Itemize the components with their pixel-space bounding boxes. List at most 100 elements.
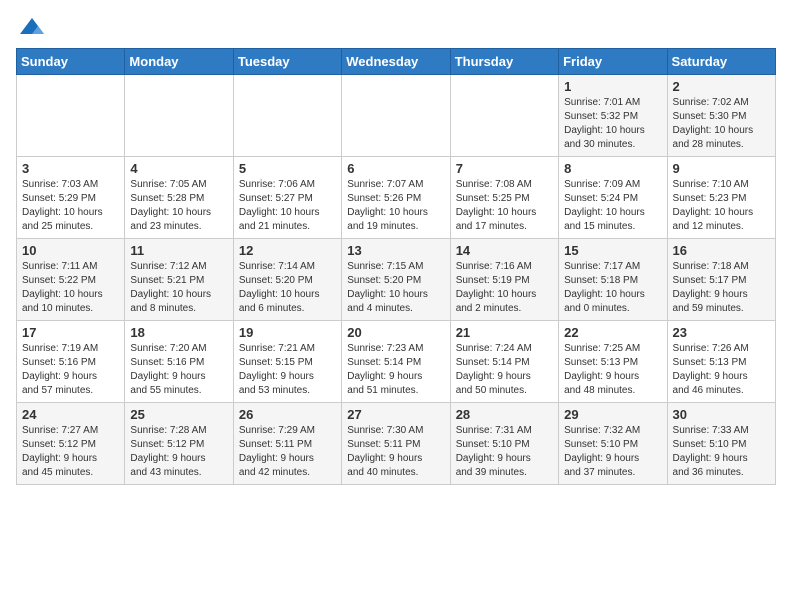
calendar-week-5: 24 Sunrise: 7:27 AM Sunset: 5:12 PM Dayli… bbox=[17, 403, 776, 485]
logo bbox=[16, 16, 48, 38]
weekday-header-sunday: Sunday bbox=[17, 49, 125, 75]
day-number: 17 bbox=[22, 325, 119, 340]
calendar-cell: 7 Sunrise: 7:08 AM Sunset: 5:25 PM Daylig… bbox=[450, 157, 558, 239]
day-info: Sunrise: 7:23 AM Sunset: 5:14 PM Dayligh… bbox=[347, 342, 444, 398]
day-info: Sunrise: 7:02 AM Sunset: 5:30 PM Dayligh… bbox=[673, 96, 770, 152]
calendar-cell: 11Sunrise: 7:12 AM Sunset: 5:21 PM Dayli… bbox=[125, 239, 233, 321]
day-number: 15 bbox=[564, 243, 661, 258]
weekday-header-friday: Friday bbox=[559, 49, 667, 75]
day-info: Sunrise: 7:32 AM Sunset: 5:10 PM Dayligh… bbox=[564, 424, 661, 480]
day-number: 8 bbox=[564, 161, 661, 176]
day-info: Sunrise: 7:25 AM Sunset: 5:13 PM Dayligh… bbox=[564, 342, 661, 398]
day-number: 10 bbox=[22, 243, 119, 258]
day-info: Sunrise: 7:27 AM Sunset: 5:12 PM Dayligh… bbox=[22, 424, 119, 480]
day-number: 13 bbox=[347, 243, 444, 258]
day-number: 14 bbox=[456, 243, 553, 258]
day-number: 27 bbox=[347, 407, 444, 422]
day-number: 11 bbox=[130, 243, 227, 258]
calendar-cell: 30 Sunrise: 7:33 AM Sunset: 5:10 PM Dayli… bbox=[667, 403, 775, 485]
day-info: Sunrise: 7:15 AM Sunset: 5:20 PM Dayligh… bbox=[347, 260, 444, 316]
day-number: 6 bbox=[347, 161, 444, 176]
calendar-week-4: 17 Sunrise: 7:19 AM Sunset: 5:16 PM Dayli… bbox=[17, 321, 776, 403]
day-info: Sunrise: 7:16 AM Sunset: 5:19 PM Dayligh… bbox=[456, 260, 553, 316]
weekday-header-tuesday: Tuesday bbox=[233, 49, 341, 75]
day-info: Sunrise: 7:18 AM Sunset: 5:17 PM Dayligh… bbox=[673, 260, 770, 316]
day-number: 24 bbox=[22, 407, 119, 422]
day-info: Sunrise: 7:09 AM Sunset: 5:24 PM Dayligh… bbox=[564, 178, 661, 234]
day-number: 18 bbox=[130, 325, 227, 340]
calendar-cell: 18 Sunrise: 7:20 AM Sunset: 5:16 PM Dayli… bbox=[125, 321, 233, 403]
day-info: Sunrise: 7:29 AM Sunset: 5:11 PM Dayligh… bbox=[239, 424, 336, 480]
weekday-header-row: SundayMondayTuesdayWednesdayThursdayFrid… bbox=[17, 49, 776, 75]
day-number: 2 bbox=[673, 79, 770, 94]
day-number: 3 bbox=[22, 161, 119, 176]
calendar-cell: 8 Sunrise: 7:09 AM Sunset: 5:24 PM Daylig… bbox=[559, 157, 667, 239]
day-info: Sunrise: 7:05 AM Sunset: 5:28 PM Dayligh… bbox=[130, 178, 227, 234]
calendar-cell: 2 Sunrise: 7:02 AM Sunset: 5:30 PM Daylig… bbox=[667, 75, 775, 157]
calendar-cell: 13 Sunrise: 7:15 AM Sunset: 5:20 PM Dayli… bbox=[342, 239, 450, 321]
calendar-cell: 10 Sunrise: 7:11 AM Sunset: 5:22 PM Dayli… bbox=[17, 239, 125, 321]
day-number: 26 bbox=[239, 407, 336, 422]
weekday-header-saturday: Saturday bbox=[667, 49, 775, 75]
calendar-cell: 25 Sunrise: 7:28 AM Sunset: 5:12 PM Dayli… bbox=[125, 403, 233, 485]
day-number: 1 bbox=[564, 79, 661, 94]
calendar-cell bbox=[450, 75, 558, 157]
calendar-cell: 19 Sunrise: 7:21 AM Sunset: 5:15 PM Dayli… bbox=[233, 321, 341, 403]
day-info: Sunrise: 7:26 AM Sunset: 5:13 PM Dayligh… bbox=[673, 342, 770, 398]
calendar-cell: 26 Sunrise: 7:29 AM Sunset: 5:11 PM Dayli… bbox=[233, 403, 341, 485]
calendar-cell: 29Sunrise: 7:32 AM Sunset: 5:10 PM Dayli… bbox=[559, 403, 667, 485]
calendar-week-3: 10 Sunrise: 7:11 AM Sunset: 5:22 PM Dayli… bbox=[17, 239, 776, 321]
day-info: Sunrise: 7:01 AM Sunset: 5:32 PM Dayligh… bbox=[564, 96, 661, 152]
calendar-cell: 9 Sunrise: 7:10 AM Sunset: 5:23 PM Daylig… bbox=[667, 157, 775, 239]
day-number: 20 bbox=[347, 325, 444, 340]
day-info: Sunrise: 7:11 AM Sunset: 5:22 PM Dayligh… bbox=[22, 260, 119, 316]
day-number: 4 bbox=[130, 161, 227, 176]
day-info: Sunrise: 7:19 AM Sunset: 5:16 PM Dayligh… bbox=[22, 342, 119, 398]
day-number: 21 bbox=[456, 325, 553, 340]
weekday-header-monday: Monday bbox=[125, 49, 233, 75]
calendar-cell: 5 Sunrise: 7:06 AM Sunset: 5:27 PM Daylig… bbox=[233, 157, 341, 239]
calendar-table: SundayMondayTuesdayWednesdayThursdayFrid… bbox=[16, 48, 776, 485]
day-info: Sunrise: 7:06 AM Sunset: 5:27 PM Dayligh… bbox=[239, 178, 336, 234]
day-info: Sunrise: 7:30 AM Sunset: 5:11 PM Dayligh… bbox=[347, 424, 444, 480]
day-number: 16 bbox=[673, 243, 770, 258]
calendar-cell: 27 Sunrise: 7:30 AM Sunset: 5:11 PM Dayli… bbox=[342, 403, 450, 485]
day-info: Sunrise: 7:03 AM Sunset: 5:29 PM Dayligh… bbox=[22, 178, 119, 234]
logo-icon bbox=[18, 16, 46, 38]
day-info: Sunrise: 7:24 AM Sunset: 5:14 PM Dayligh… bbox=[456, 342, 553, 398]
calendar-cell: 28Sunrise: 7:31 AM Sunset: 5:10 PM Dayli… bbox=[450, 403, 558, 485]
calendar-cell bbox=[17, 75, 125, 157]
calendar-cell: 15 Sunrise: 7:17 AM Sunset: 5:18 PM Dayli… bbox=[559, 239, 667, 321]
day-info: Sunrise: 7:14 AM Sunset: 5:20 PM Dayligh… bbox=[239, 260, 336, 316]
calendar-cell: 21 Sunrise: 7:24 AM Sunset: 5:14 PM Dayli… bbox=[450, 321, 558, 403]
calendar-cell: 22 Sunrise: 7:25 AM Sunset: 5:13 PM Dayli… bbox=[559, 321, 667, 403]
calendar-cell: 12Sunrise: 7:14 AM Sunset: 5:20 PM Dayli… bbox=[233, 239, 341, 321]
day-info: Sunrise: 7:28 AM Sunset: 5:12 PM Dayligh… bbox=[130, 424, 227, 480]
day-info: Sunrise: 7:10 AM Sunset: 5:23 PM Dayligh… bbox=[673, 178, 770, 234]
calendar-cell: 1 Sunrise: 7:01 AM Sunset: 5:32 PM Daylig… bbox=[559, 75, 667, 157]
page-header bbox=[16, 16, 776, 38]
day-number: 22 bbox=[564, 325, 661, 340]
calendar-cell: 6 Sunrise: 7:07 AM Sunset: 5:26 PM Daylig… bbox=[342, 157, 450, 239]
calendar-cell bbox=[342, 75, 450, 157]
calendar-cell: 17 Sunrise: 7:19 AM Sunset: 5:16 PM Dayli… bbox=[17, 321, 125, 403]
day-info: Sunrise: 7:21 AM Sunset: 5:15 PM Dayligh… bbox=[239, 342, 336, 398]
day-info: Sunrise: 7:08 AM Sunset: 5:25 PM Dayligh… bbox=[456, 178, 553, 234]
weekday-header-thursday: Thursday bbox=[450, 49, 558, 75]
day-number: 25 bbox=[130, 407, 227, 422]
day-number: 7 bbox=[456, 161, 553, 176]
calendar-cell bbox=[233, 75, 341, 157]
calendar-cell: 24 Sunrise: 7:27 AM Sunset: 5:12 PM Dayli… bbox=[17, 403, 125, 485]
calendar-body: 1 Sunrise: 7:01 AM Sunset: 5:32 PM Daylig… bbox=[17, 75, 776, 485]
day-number: 30 bbox=[673, 407, 770, 422]
calendar-cell: 3 Sunrise: 7:03 AM Sunset: 5:29 PM Daylig… bbox=[17, 157, 125, 239]
day-number: 19 bbox=[239, 325, 336, 340]
day-number: 5 bbox=[239, 161, 336, 176]
day-info: Sunrise: 7:17 AM Sunset: 5:18 PM Dayligh… bbox=[564, 260, 661, 316]
day-info: Sunrise: 7:20 AM Sunset: 5:16 PM Dayligh… bbox=[130, 342, 227, 398]
calendar-cell bbox=[125, 75, 233, 157]
day-number: 9 bbox=[673, 161, 770, 176]
calendar-cell: 20 Sunrise: 7:23 AM Sunset: 5:14 PM Dayli… bbox=[342, 321, 450, 403]
day-info: Sunrise: 7:33 AM Sunset: 5:10 PM Dayligh… bbox=[673, 424, 770, 480]
day-info: Sunrise: 7:07 AM Sunset: 5:26 PM Dayligh… bbox=[347, 178, 444, 234]
